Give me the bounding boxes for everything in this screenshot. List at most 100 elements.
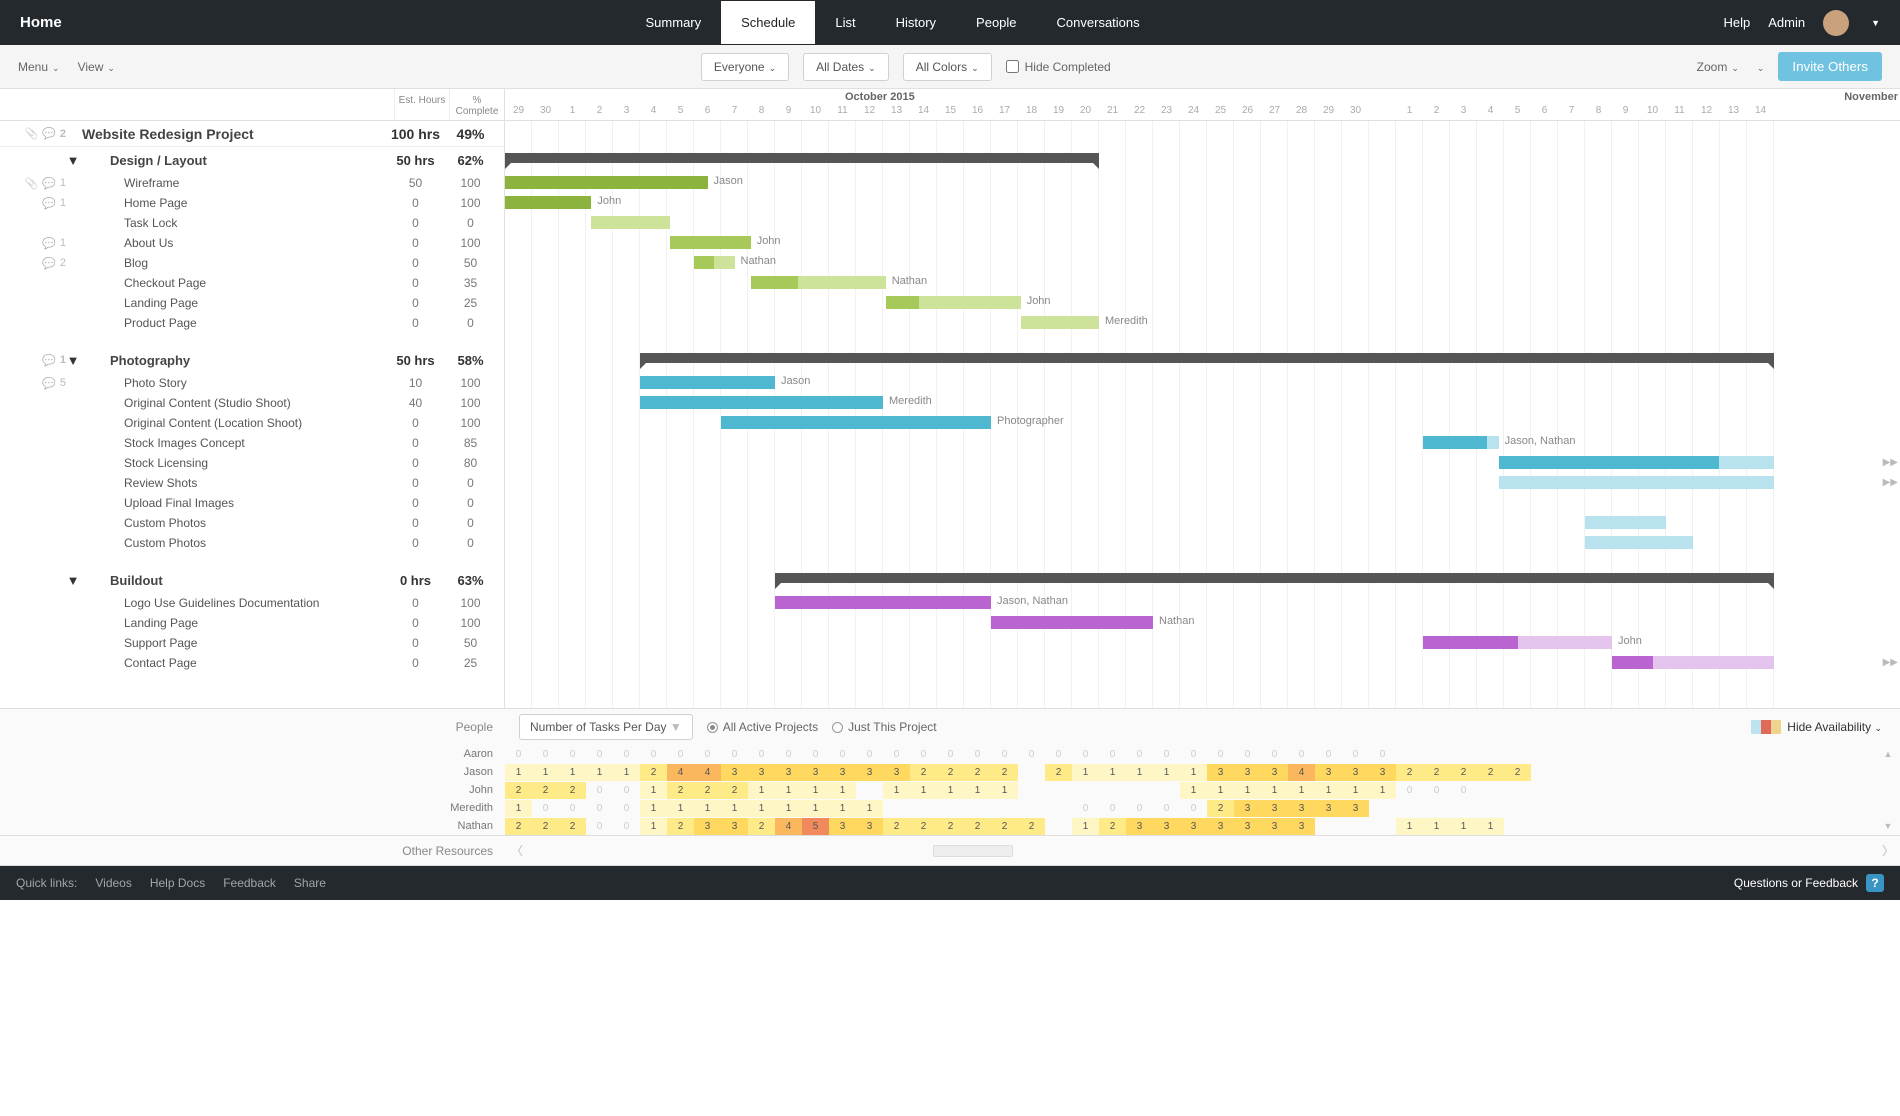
hide-availability-toggle[interactable]: Hide Availability ⌄ <box>1787 720 1882 734</box>
zoom-dropdown[interactable]: Zoom⌄ <box>1697 60 1739 74</box>
task-row[interactable]: 5Photo Story10100 <box>0 373 504 393</box>
task-row[interactable]: 2Blog050 <box>0 253 504 273</box>
task-row[interactable]: 1▼Photography50 hrs58% <box>0 347 504 373</box>
task-row[interactable]: Landing Page025 <box>0 293 504 313</box>
tab-list[interactable]: List <box>815 1 875 44</box>
gantt-bar[interactable] <box>775 596 991 609</box>
task-row[interactable]: Custom Photos00 <box>0 533 504 553</box>
avatar[interactable] <box>1823 10 1849 36</box>
footer-link-help-docs[interactable]: Help Docs <box>150 876 205 890</box>
footer-link-videos[interactable]: Videos <box>95 876 131 890</box>
task-row[interactable]: Original Content (Location Shoot)0100 <box>0 413 504 433</box>
gantt-bar[interactable] <box>694 256 735 269</box>
gantt-bar[interactable] <box>1423 436 1499 449</box>
gantt-bar[interactable] <box>591 216 669 229</box>
horizontal-scrollbar[interactable] <box>529 844 1876 858</box>
task-row[interactable]: Stock Images Concept085 <box>0 433 504 453</box>
tab-people[interactable]: People <box>956 1 1036 44</box>
workload-cell: 0 <box>1045 746 1072 763</box>
people-row: Aaron000000000000000000000000000000000▲ <box>0 745 1900 763</box>
user-menu-chevron-icon[interactable]: ▼ <box>1871 18 1880 28</box>
workload-cell: 2 <box>1018 818 1045 835</box>
gantt-chart[interactable]: October 2015 November 293012345678910111… <box>505 89 1900 708</box>
tab-history[interactable]: History <box>876 1 956 44</box>
gantt-bar[interactable] <box>886 296 1021 309</box>
task-row[interactable]: ▼Buildout0 hrs63% <box>0 567 504 593</box>
gantt-bar[interactable] <box>670 236 751 249</box>
task-row[interactable]: Landing Page0100 <box>0 613 504 633</box>
gantt-bar[interactable] <box>1499 456 1774 469</box>
task-row[interactable]: Custom Photos00 <box>0 513 504 533</box>
footer-link-share[interactable]: Share <box>294 876 326 890</box>
task-row[interactable]: Review Shots00 <box>0 473 504 493</box>
task-row[interactable]: Checkout Page035 <box>0 273 504 293</box>
gantt-bar[interactable] <box>640 396 883 409</box>
scroll-left-icon[interactable]: 〈 <box>505 842 529 859</box>
nav-tabs: SummaryScheduleListHistoryPeopleConversa… <box>626 1 1160 44</box>
workload-cell: 0 <box>586 746 613 763</box>
home-link[interactable]: Home <box>20 14 62 31</box>
workload-cell: 0 <box>1180 746 1207 763</box>
task-row[interactable]: 1About Us0100 <box>0 233 504 253</box>
workload-cell <box>883 800 910 817</box>
tab-conversations[interactable]: Conversations <box>1037 1 1160 44</box>
workload-cell <box>991 800 1018 817</box>
gantt-bar[interactable] <box>1585 516 1666 529</box>
task-row[interactable]: Product Page00 <box>0 313 504 333</box>
everyone-filter[interactable]: Everyone⌄ <box>701 53 789 81</box>
radio-this-project[interactable]: Just This Project <box>832 720 936 734</box>
task-row[interactable]: Upload Final Images00 <box>0 493 504 513</box>
task-row[interactable]: 1Wireframe50100 <box>0 173 504 193</box>
gantt-bar[interactable] <box>505 196 591 209</box>
workload-cell: 2 <box>667 818 694 835</box>
task-row[interactable]: 2Website Redesign Project100 hrs49% <box>0 121 504 147</box>
dates-filter[interactable]: All Dates⌄ <box>803 53 889 81</box>
workload-cell: 0 <box>1099 746 1126 763</box>
invite-button[interactable]: Invite Others <box>1778 52 1882 81</box>
comments-icon <box>42 354 56 367</box>
gantt-bar[interactable] <box>1612 656 1774 669</box>
task-row[interactable]: Contact Page025 <box>0 653 504 673</box>
scroll-up-icon[interactable]: ▲ <box>1884 749 1893 759</box>
workload-cell: 0 <box>883 746 910 763</box>
workload-cell: 1 <box>802 800 829 817</box>
workload-cell: 0 <box>1234 746 1261 763</box>
people-panel: People Number of Tasks Per Day ▼ All Act… <box>0 709 1900 836</box>
colors-filter[interactable]: All Colors⌄ <box>903 53 992 81</box>
task-row[interactable]: Support Page050 <box>0 633 504 653</box>
gantt-bar[interactable] <box>1499 476 1774 489</box>
workload-cell: 0 <box>775 746 802 763</box>
task-row[interactable]: Task Lock00 <box>0 213 504 233</box>
gantt-bar[interactable] <box>751 276 886 289</box>
task-row[interactable]: Stock Licensing080 <box>0 453 504 473</box>
tab-summary[interactable]: Summary <box>626 1 722 44</box>
color-mode[interactable]: ⌄ <box>1753 60 1765 74</box>
help-link[interactable]: Help <box>1723 15 1750 30</box>
gantt-bar[interactable] <box>1423 636 1612 649</box>
feedback-button[interactable]: Questions or Feedback ? <box>1734 874 1884 892</box>
scroll-down-icon[interactable]: ▼ <box>1884 821 1893 831</box>
task-row[interactable]: Original Content (Studio Shoot)40100 <box>0 393 504 413</box>
radio-all-projects[interactable]: All Active Projects <box>707 720 818 734</box>
tab-schedule[interactable]: Schedule <box>721 1 815 44</box>
hide-completed-checkbox[interactable]: Hide Completed <box>1006 60 1111 74</box>
footer-link-feedback[interactable]: Feedback <box>223 876 276 890</box>
gantt-bar[interactable] <box>1021 316 1099 329</box>
hide-completed-input[interactable] <box>1006 60 1019 73</box>
task-row[interactable]: ▼Design / Layout50 hrs62% <box>0 147 504 173</box>
gantt-bar[interactable] <box>505 176 708 189</box>
task-row[interactable]: 1Home Page0100 <box>0 193 504 213</box>
gantt-bar[interactable] <box>1585 536 1693 549</box>
admin-link[interactable]: Admin <box>1768 15 1805 30</box>
task-row[interactable]: Logo Use Guidelines Documentation0100 <box>0 593 504 613</box>
gantt-bar[interactable] <box>991 616 1153 629</box>
gantt-bar[interactable] <box>640 376 775 389</box>
workload-cell: 2 <box>667 782 694 799</box>
workload-cell: 1 <box>1315 782 1342 799</box>
tasks-per-day-dropdown[interactable]: Number of Tasks Per Day ▼ <box>519 714 693 740</box>
gantt-bar[interactable] <box>721 416 991 429</box>
workload-cell: 3 <box>1126 818 1153 835</box>
menu-dropdown[interactable]: Menu⌄ <box>18 60 60 74</box>
view-dropdown[interactable]: View⌄ <box>78 60 115 74</box>
scroll-right-icon[interactable]: 〉 <box>1876 842 1900 859</box>
